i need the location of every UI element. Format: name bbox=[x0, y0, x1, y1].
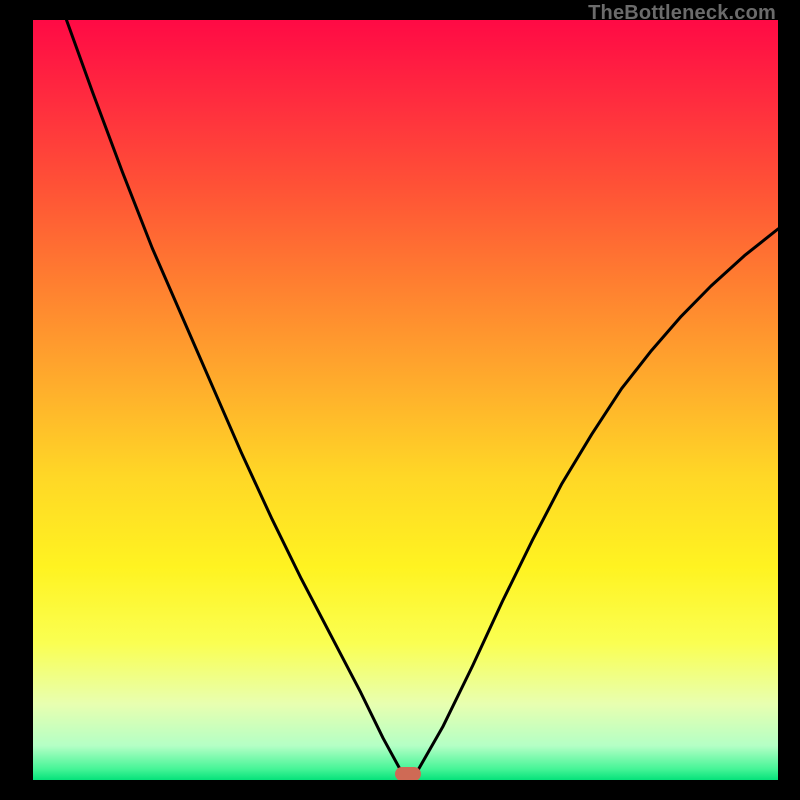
stage: TheBottleneck.com bbox=[0, 0, 800, 800]
watermark-label: TheBottleneck.com bbox=[588, 2, 776, 25]
optimum-marker bbox=[395, 767, 421, 780]
plot-area bbox=[33, 20, 778, 780]
bottleneck-curve bbox=[33, 20, 778, 780]
